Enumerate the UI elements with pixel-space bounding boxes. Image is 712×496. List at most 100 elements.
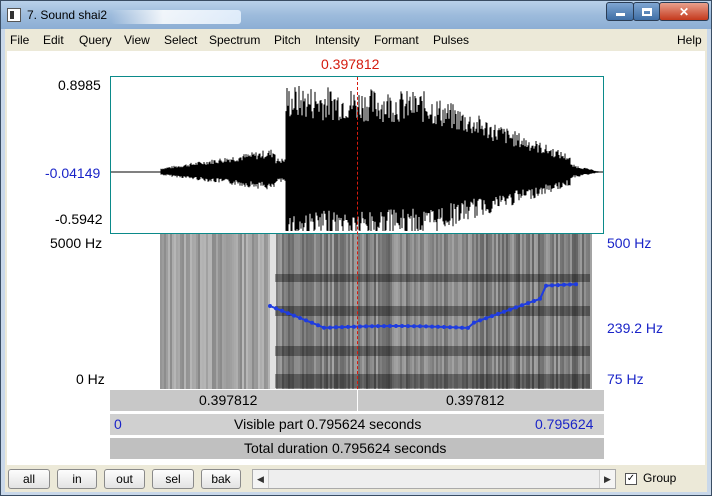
spectrogram-column [252, 234, 254, 389]
pitch-max-label: 500 Hz [607, 235, 652, 251]
close-button[interactable]: ✕ [659, 2, 709, 21]
pitch-point [418, 324, 422, 329]
visible-part-text: Visible part 0.795624 seconds [234, 416, 422, 432]
spectrogram-column [182, 234, 184, 389]
pitch-point [544, 283, 548, 288]
pitch-point [298, 316, 302, 320]
window-title: 7. Sound shai2 [27, 8, 108, 22]
zoom-selection-button[interactable]: sel [152, 469, 194, 489]
spectrogram-column [228, 234, 230, 389]
total-duration-bar[interactable]: Total duration 0.795624 seconds [110, 437, 604, 459]
spectrogram-column [590, 234, 592, 389]
zoom-out-button[interactable]: out [104, 469, 145, 489]
spectrogram-column [166, 234, 168, 389]
menu-file[interactable]: File [10, 33, 29, 47]
spectrogram-column [200, 234, 202, 389]
menu-edit[interactable]: Edit [43, 33, 64, 47]
pitch-point [514, 305, 518, 310]
pitch-point [406, 324, 410, 329]
spectrogram-column [232, 234, 234, 389]
pitch-point [352, 324, 356, 329]
total-duration-text: Total duration 0.795624 seconds [244, 440, 447, 456]
spectrogram-column [170, 234, 172, 389]
pitch-point [490, 314, 494, 319]
pitch-point [454, 325, 458, 330]
spectrogram-column [254, 234, 256, 389]
pitch-point [496, 311, 500, 316]
menu-formant[interactable]: Formant [374, 33, 419, 47]
pitch-point [448, 325, 452, 330]
menu-bar: File Edit Query View Select Spectrum Pit… [5, 29, 707, 51]
maximize-button[interactable] [633, 2, 660, 21]
visible-start-time: 0 [114, 416, 122, 432]
scroll-left-arrow-icon[interactable]: ◀ [253, 470, 269, 488]
pitch-point [550, 283, 554, 288]
pitch-point [538, 296, 542, 301]
right-interval-time: 0.397812 [446, 392, 505, 408]
visible-part-bar[interactable]: 0 Visible part 0.795624 seconds 0.795624 [110, 413, 604, 435]
spectrogram-column [250, 234, 252, 389]
waveform-trace [160, 86, 601, 231]
zoom-back-button[interactable]: bak [201, 469, 241, 489]
pitch-point [562, 282, 566, 287]
menu-help[interactable]: Help [677, 33, 702, 47]
group-checkbox[interactable]: ✓ [625, 473, 637, 485]
app-icon [7, 8, 21, 22]
pitch-point [478, 318, 482, 323]
pitch-point [436, 324, 440, 329]
spectrogram-column [220, 234, 222, 389]
pitch-point [364, 324, 368, 329]
pitch-point [430, 324, 434, 329]
minimize-icon [615, 13, 625, 16]
bar-divider [357, 390, 358, 412]
pitch-point [502, 309, 506, 314]
menu-view[interactable]: View [124, 33, 150, 47]
pitch-point [532, 299, 536, 303]
spectrogram-column [210, 234, 212, 389]
menu-pitch[interactable]: Pitch [274, 33, 301, 47]
pitch-point [568, 282, 572, 287]
praat-sound-window: 7. Sound shai2 ✕ File Edit Query View Se… [0, 0, 712, 496]
spectrogram-band [275, 346, 590, 356]
time-scrollbar[interactable]: ◀ ▶ [252, 469, 616, 489]
spectrogram-column [196, 234, 198, 389]
menu-spectrum[interactable]: Spectrum [209, 33, 260, 47]
menu-query[interactable]: Query [79, 33, 112, 47]
menu-select[interactable]: Select [164, 33, 197, 47]
title-bar[interactable]: 7. Sound shai2 ✕ [1, 1, 711, 29]
group-label: Group [643, 471, 677, 485]
minimize-button[interactable] [606, 2, 634, 21]
zoom-all-button[interactable]: all [8, 469, 50, 489]
spectrogram-column [180, 234, 182, 389]
pitch-point [508, 307, 512, 312]
sound-editor-canvas[interactable]: 0.397812 0.8985 -0.04149 -0.5942 5000 Hz… [7, 51, 705, 487]
pitch-point [322, 325, 326, 330]
close-icon: ✕ [678, 4, 690, 19]
pitch-point [442, 325, 446, 329]
pitch-point [382, 324, 386, 329]
waveform-max-label: 0.8985 [58, 77, 101, 93]
pitch-point [484, 316, 488, 321]
spectrogram-column [176, 234, 178, 389]
pitch-point [388, 324, 392, 328]
time-cursor-line [357, 77, 358, 389]
spectrogram-column [262, 234, 264, 389]
spectrogram-column [242, 234, 244, 389]
spectrogram-column [186, 234, 188, 389]
scroll-right-arrow-icon[interactable]: ▶ [599, 470, 615, 488]
pitch-point [400, 324, 404, 328]
cursor-time-bar[interactable]: 0.397812 0.397812 [110, 389, 604, 412]
menu-pulses[interactable]: Pulses [433, 33, 469, 47]
zoom-in-button[interactable]: in [57, 469, 97, 489]
menu-intensity[interactable]: Intensity [315, 33, 360, 47]
pitch-value-label: 239.2 Hz [607, 320, 664, 336]
spectrogram-column [188, 234, 190, 389]
spectrogram-column [212, 234, 214, 389]
spectrogram-column [222, 234, 224, 389]
pitch-point [466, 325, 470, 330]
pitch-point [280, 308, 284, 313]
pitch-point [376, 324, 380, 329]
spectrogram-column [226, 234, 228, 389]
spectrogram-min-freq-label: 0 Hz [76, 371, 105, 387]
spectrogram-column [168, 234, 170, 389]
